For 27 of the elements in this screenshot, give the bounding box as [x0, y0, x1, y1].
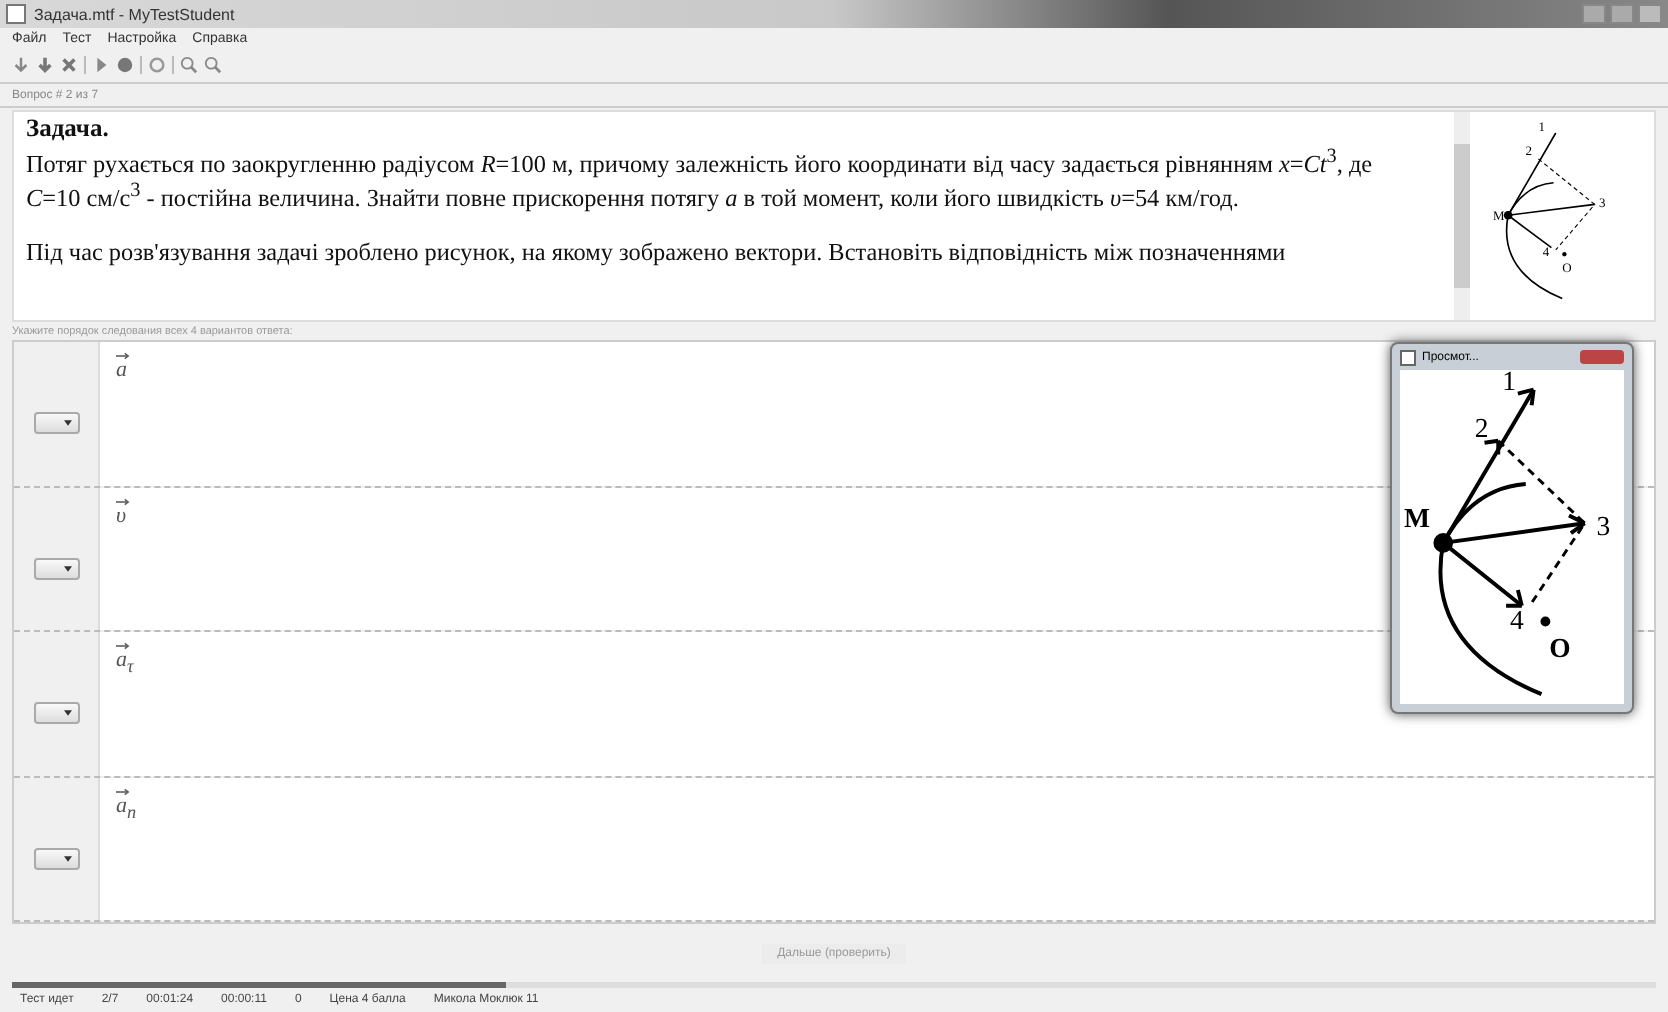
zoom-in-icon[interactable] [180, 55, 198, 73]
download-icon[interactable] [36, 55, 54, 73]
answer-label: υ [116, 503, 127, 527]
import-icon[interactable] [12, 55, 30, 73]
question-heading: Задача. [26, 116, 111, 143]
question-paragraph: Потяг рухається по заокругленню радіусом R=100 м, причому залежність його координати від часу задається рівнянням x=Ct$^{3}$, де C=10 см/с$^{3}$ - постійна величина. Знайти повне прискорення потягу a в той момент, коли його швидкість υ=54 км/год. [26, 143, 1374, 214]
zoom-out-icon[interactable] [204, 55, 222, 73]
app-icon [6, 4, 26, 24]
scrollbar[interactable] [1454, 112, 1470, 320]
answer-label: a$_{n}$ [116, 793, 137, 817]
order-dropdown[interactable] [33, 847, 79, 870]
window-title: Задача.mtf - MyTestStudent [34, 5, 235, 23]
window-icon [1400, 349, 1416, 365]
help-icon[interactable] [148, 55, 166, 73]
order-dropdown[interactable] [33, 412, 79, 435]
caret-icon [63, 565, 71, 572]
caret-icon [63, 420, 71, 427]
play-icon[interactable] [92, 55, 110, 73]
order-dropdown[interactable] [33, 557, 79, 580]
vector-diagram-drawing: 1 2 3 4 M O [1400, 370, 1624, 704]
answer-label: a [116, 358, 127, 382]
caret-icon [63, 710, 71, 717]
question-paragraph: Під час розв'язування задачі зроблено рисунок, на якому зображено вектори. Встановіть відповідність між позначеннями [26, 239, 1288, 267]
record-icon[interactable] [116, 55, 134, 73]
order-dropdown[interactable] [33, 702, 79, 725]
caret-icon [63, 855, 71, 862]
answer-label: a$_{τ}$ [116, 648, 134, 672]
